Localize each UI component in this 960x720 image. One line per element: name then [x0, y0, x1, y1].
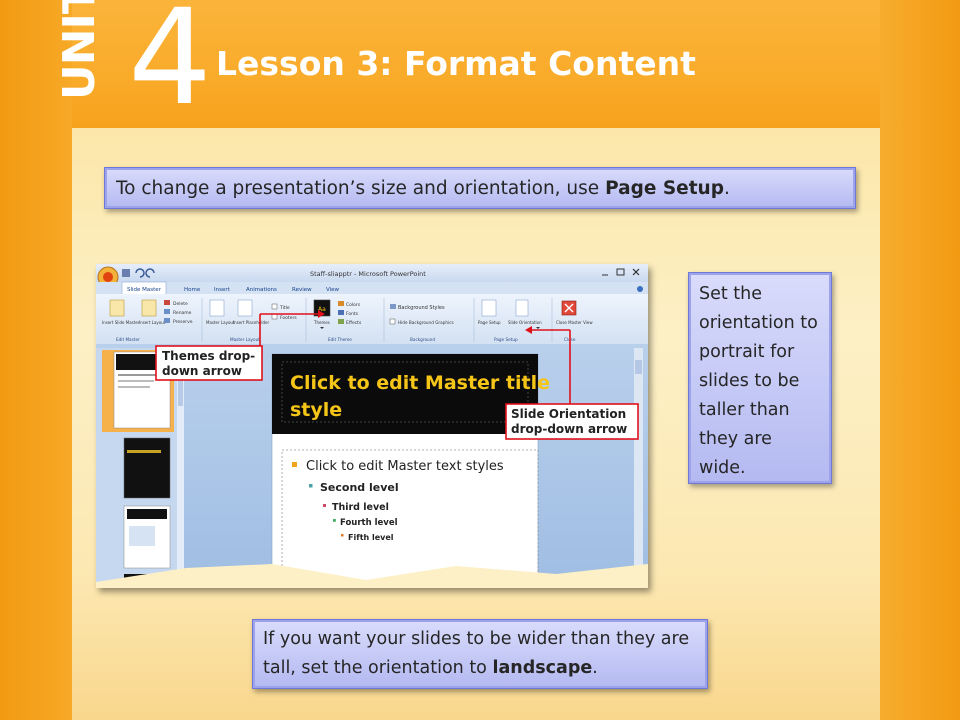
hide-background-label: Hide Background Graphics [398, 320, 454, 325]
help-icon[interactable] [637, 286, 643, 292]
group-edit-master-label: Edit Master [116, 337, 140, 342]
window-title: Staff-sliapptr - Microsoft PowerPoint [310, 270, 426, 278]
slide-title-line-2: style [290, 399, 342, 421]
colors-label: Colors [346, 302, 361, 308]
insert-placeholder-label: Insert Placeholder [233, 320, 269, 325]
bullet-4-icon [333, 519, 336, 522]
orientation-annotation-line-2: drop-down arrow [511, 422, 627, 436]
thumbnail-1-line-3 [118, 386, 150, 388]
insert-layout-label: Insert Layout [139, 320, 166, 325]
close-master-view-label: Close Master View [556, 320, 593, 325]
master-layout-icon[interactable] [209, 299, 225, 317]
group-edit-theme-label: Edit Theme [328, 337, 352, 342]
insert-slide-master-icon[interactable] [109, 299, 125, 317]
preserve-label: Preserve [173, 319, 193, 325]
insert-placeholder-icon[interactable] [237, 299, 253, 317]
callout-top-bold: Page Setup [605, 178, 724, 199]
callout-bottom-bold: landscape [492, 658, 593, 678]
powerpoint-screenshot-svg: Staff-sliapptr - Microsoft PowerPoint Sl… [96, 264, 648, 588]
bullet-5-icon [341, 534, 344, 537]
main-scrollbar[interactable] [634, 348, 643, 588]
group-background-label: Background [410, 337, 435, 342]
group-page-setup-label: Page Setup [494, 337, 518, 342]
master-layout-label: Master Layout [206, 320, 235, 325]
callout-top-text: To change a presentation’s size and orie… [116, 178, 606, 199]
save-icon[interactable] [122, 269, 130, 277]
themes-label: Themes [313, 320, 330, 325]
powerpoint-screenshot: Staff-sliapptr - Microsoft PowerPoint Sl… [96, 264, 648, 588]
left-border [0, 0, 72, 720]
tab-slide-master-label: Slide Master [127, 287, 162, 293]
thumbnail-2[interactable] [123, 437, 171, 499]
right-border [880, 0, 960, 720]
rename-icon[interactable] [164, 309, 170, 314]
tab-home[interactable]: Home [184, 287, 201, 293]
background-styles-label: Background Styles [398, 305, 445, 311]
tab-view[interactable]: View [326, 287, 340, 293]
callout-page-setup: To change a presentation’s size and orie… [104, 167, 856, 209]
callout-bottom-text: If you want your slides to be wider than… [263, 629, 690, 678]
text-level-5: Fifth level [348, 533, 394, 542]
title-checkbox-label: Title [279, 305, 290, 311]
thumbnail-3-title-bar [127, 509, 167, 519]
unit-number: 4 [128, 0, 212, 135]
bullet-1-icon [292, 462, 297, 467]
unit-label: UNIT [54, 0, 105, 100]
thumbnail-3-content [129, 526, 155, 546]
office-logo-icon [103, 272, 113, 282]
rename-label: Rename [173, 310, 192, 316]
text-level-3: Third level [332, 502, 389, 513]
title-checkbox[interactable] [271, 303, 278, 310]
bullet-2-icon [309, 484, 313, 488]
lesson-title: Lesson 3: Format Content [216, 44, 696, 83]
colors-icon[interactable] [338, 301, 344, 306]
effects-icon[interactable] [338, 319, 344, 324]
slide-orientation-icon[interactable] [515, 299, 529, 317]
thumbnail-1-line-2 [118, 380, 154, 382]
tab-review[interactable]: Review [292, 287, 312, 293]
callout-bottom-end: . [592, 658, 598, 678]
tab-strip [96, 282, 648, 294]
tab-insert[interactable]: Insert [214, 287, 231, 293]
footers-checkbox-label: Footers [280, 315, 297, 321]
slide-orientation-label: Slide Orientation [508, 320, 542, 325]
fonts-icon[interactable] [338, 310, 344, 315]
insert-slide-master-label: Insert Slide Master [102, 320, 140, 325]
fonts-label: Fonts [346, 311, 359, 317]
background-styles-icon[interactable] [390, 304, 396, 309]
delete-icon[interactable] [164, 300, 170, 305]
text-level-1: Click to edit Master text styles [306, 459, 504, 474]
themes-annotation-line-1: Themes drop- [162, 349, 255, 363]
group-master-layout-label: Master Layout [230, 337, 260, 342]
callout-landscape: If you want your slides to be wider than… [252, 619, 708, 689]
callout-top-end: . [723, 178, 730, 199]
callout-portrait: Set the orientation to portrait for slid… [688, 272, 832, 484]
effects-label: Effects [346, 320, 362, 326]
page-setup-label: Page Setup [478, 320, 501, 325]
thumbnail-1-line-1 [118, 374, 158, 376]
text-level-2: Second level [320, 481, 399, 494]
delete-label: Delete [173, 301, 188, 307]
insert-layout-icon[interactable] [141, 299, 157, 317]
themes-annotation-line-2: down arrow [162, 364, 242, 378]
slide-title-line-1: Click to edit Master title [290, 372, 550, 394]
bullet-3-icon [323, 504, 326, 507]
tab-animations[interactable]: Animations [246, 287, 277, 293]
main-scrollbar-thumb[interactable] [635, 360, 642, 374]
thumbnail-2-title [127, 450, 161, 453]
hide-background-checkbox[interactable] [389, 318, 396, 325]
orientation-annotation-line-1: Slide Orientation [511, 407, 626, 421]
slide: UNIT 4 Lesson 3: Format Content To chang… [0, 0, 960, 720]
preserve-icon[interactable] [164, 318, 170, 323]
callout-right-text: Set the orientation to portrait for slid… [699, 284, 818, 478]
page-setup-icon[interactable] [481, 299, 497, 317]
text-level-4: Fourth level [340, 518, 398, 528]
